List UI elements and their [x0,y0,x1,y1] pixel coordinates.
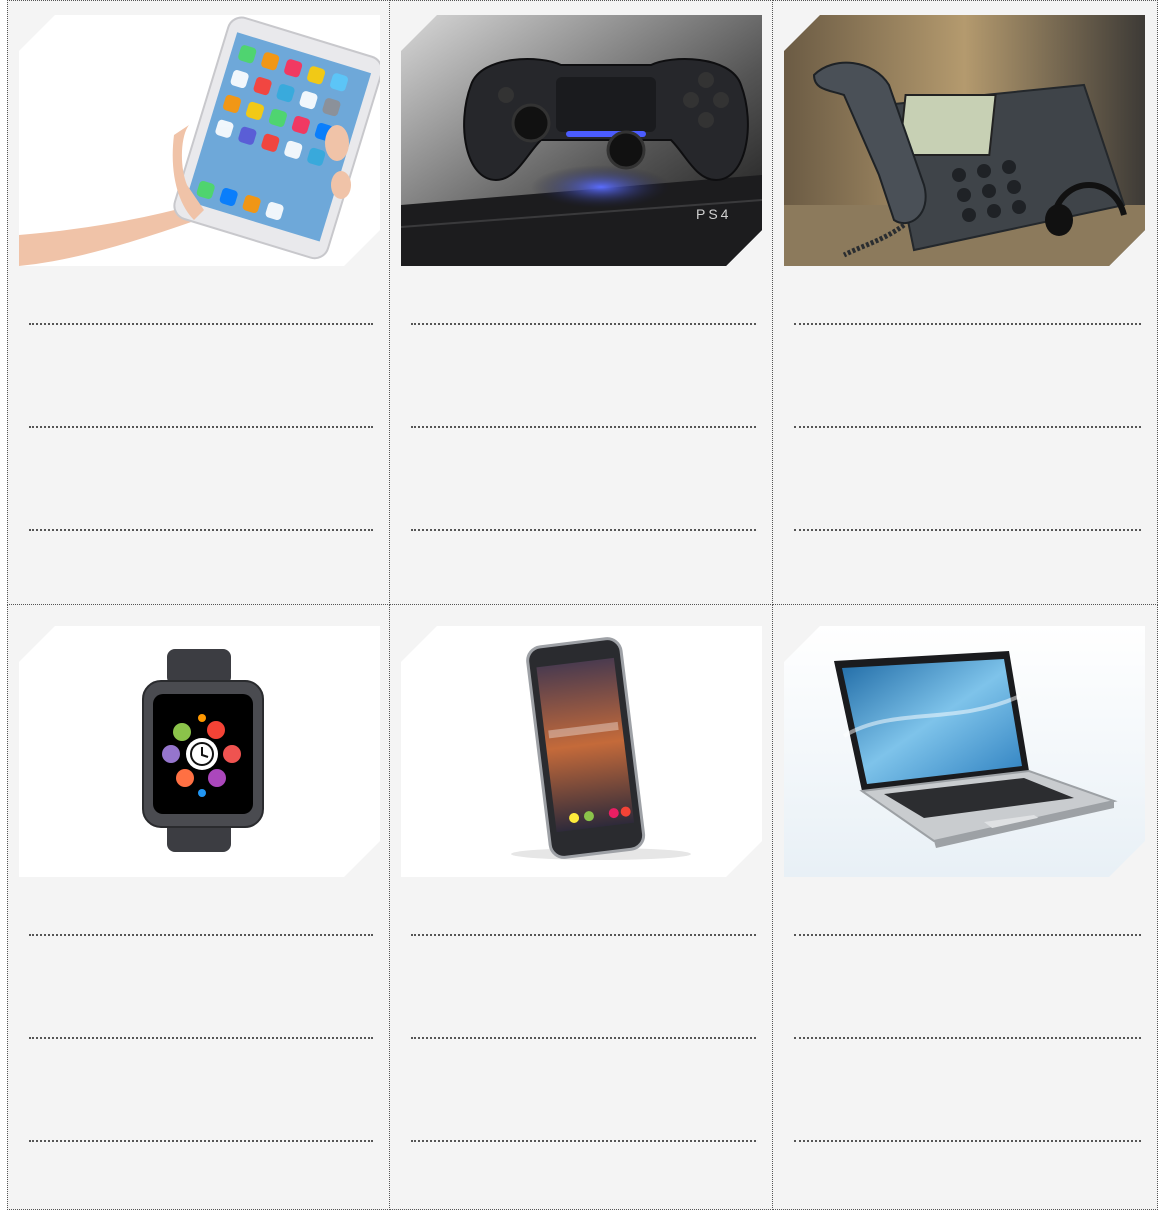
card-game-controller: PS4 [390,0,773,605]
card-smartwatch [7,605,390,1210]
answer-line[interactable] [411,934,756,936]
answer-line[interactable] [794,1140,1141,1142]
answer-line[interactable] [411,529,756,531]
controller-brand-label: PS4 [696,206,731,222]
answer-line[interactable] [29,323,373,325]
answer-line[interactable] [29,426,373,428]
worksheet-grid: PS4 [7,0,1158,1210]
answer-line[interactable] [29,934,373,936]
answer-line[interactable] [29,529,373,531]
card-smartphone [390,605,773,1210]
tablet-icon [19,15,380,266]
answer-line[interactable] [411,323,756,325]
smartwatch-icon [19,626,380,877]
answer-line[interactable] [411,426,756,428]
smartphone-image [401,626,762,877]
game-controller-image: PS4 [401,15,762,266]
card-laptop [773,605,1158,1210]
answer-line[interactable] [794,426,1141,428]
answer-line[interactable] [794,1037,1141,1039]
answer-line[interactable] [794,934,1141,936]
card-desk-phone [773,0,1158,605]
smartphone-icon [401,626,762,877]
desk-phone-icon [784,15,1145,266]
desk-phone-image [784,15,1145,266]
answer-line[interactable] [29,1037,373,1039]
tablet-image [19,15,380,266]
answer-line[interactable] [794,529,1141,531]
answer-line[interactable] [411,1140,756,1142]
game-controller-icon: PS4 [401,15,762,266]
laptop-icon [784,626,1145,877]
answer-line[interactable] [29,1140,373,1142]
answer-line[interactable] [794,323,1141,325]
laptop-image [784,626,1145,877]
answer-line[interactable] [411,1037,756,1039]
card-tablet [7,0,390,605]
smartwatch-image [19,626,380,877]
